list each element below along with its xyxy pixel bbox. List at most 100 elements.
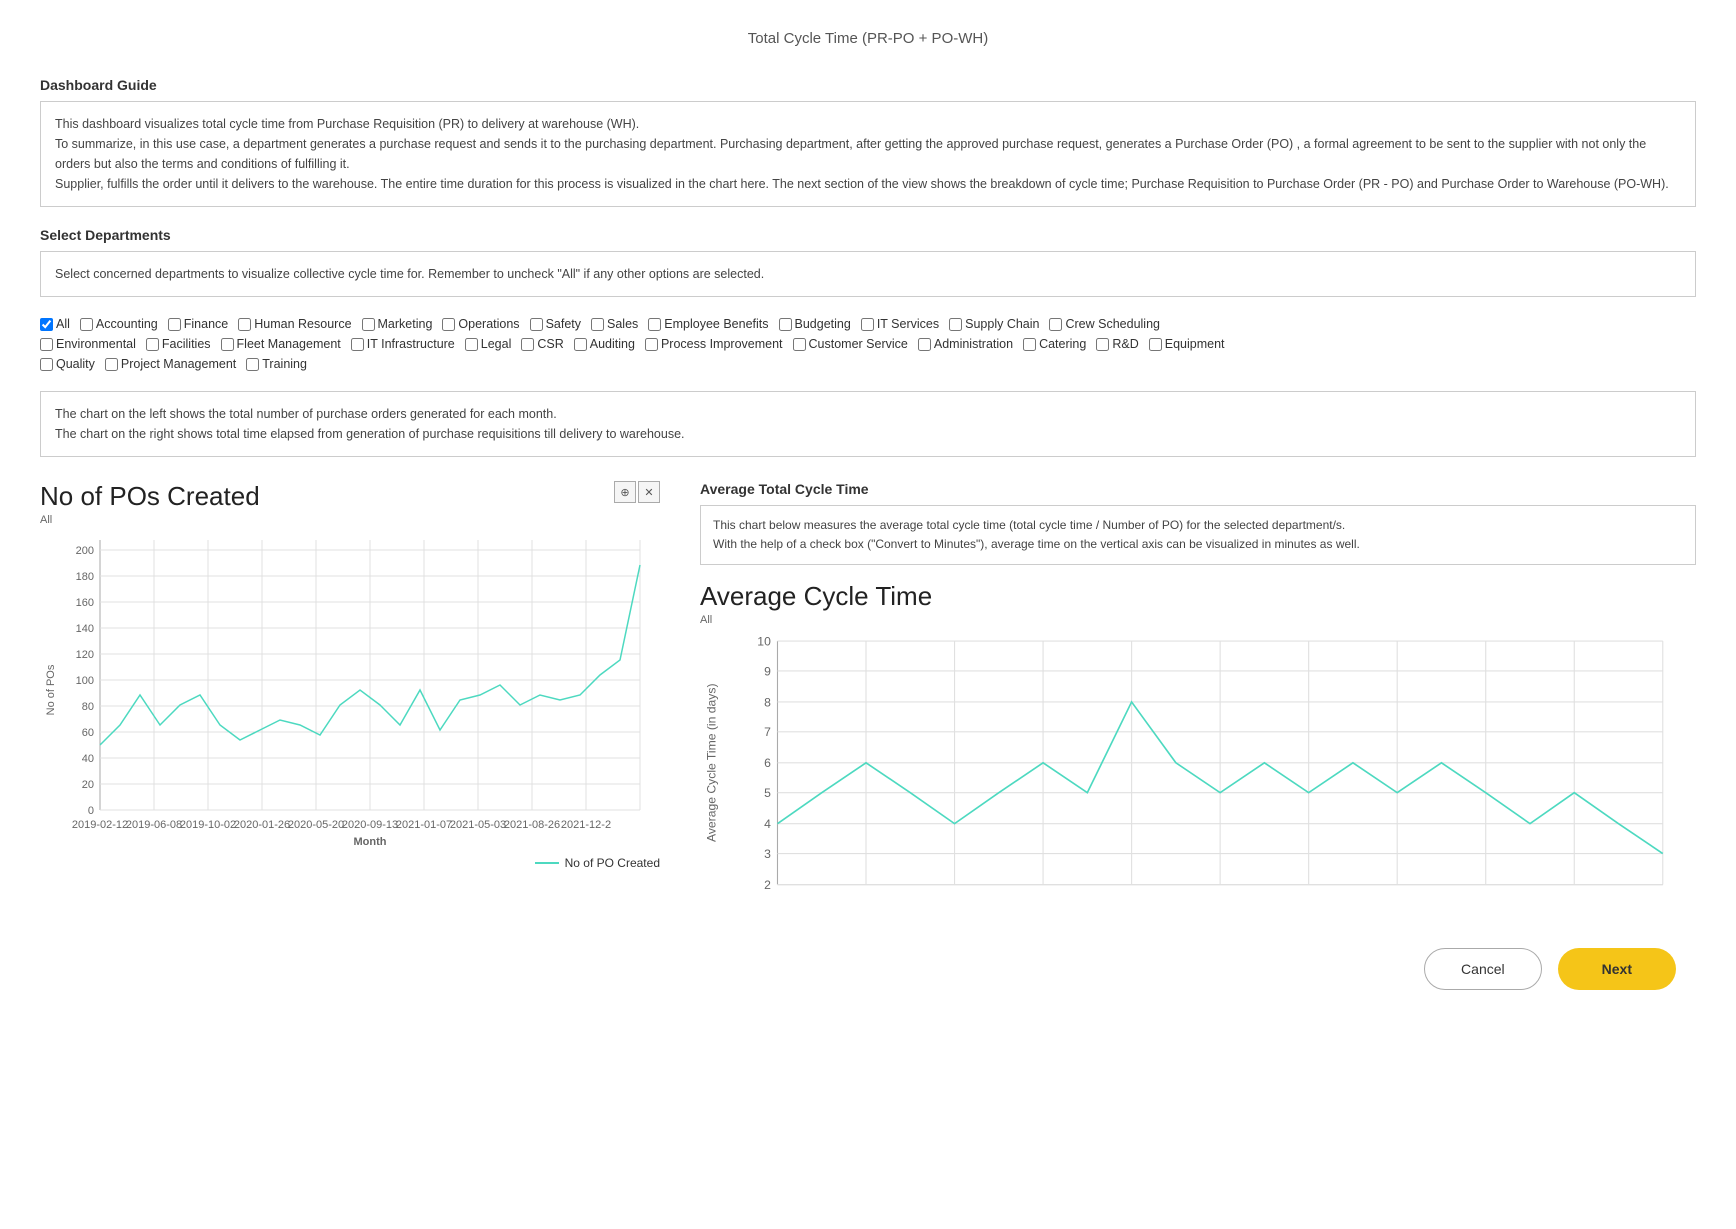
svg-text:8: 8 xyxy=(764,696,771,710)
svg-text:Average Cycle Time (in days): Average Cycle Time (in days) xyxy=(705,684,719,843)
dashboard-guide-box: This dashboard visualizes total cycle ti… xyxy=(40,101,1696,207)
chart-info-box: The chart on the left shows the total nu… xyxy=(40,391,1696,457)
checkbox-it-services[interactable]: IT Services xyxy=(861,317,939,331)
svg-text:2019-02-12: 2019-02-12 xyxy=(72,819,128,831)
svg-text:100: 100 xyxy=(76,675,94,687)
left-chart-svg: 0 20 40 60 80 100 120 140 160 180 200 No… xyxy=(40,530,660,850)
checkbox-csr[interactable]: CSR xyxy=(521,337,563,351)
zoom-icon[interactable]: ⊕ xyxy=(614,481,636,503)
checkbox-accounting[interactable]: Accounting xyxy=(80,317,158,331)
checkbox-fleet-management[interactable]: Fleet Management xyxy=(221,337,341,351)
charts-container: No of POs Created All ⊕ ✕ xyxy=(40,481,1696,918)
checkbox-facilities[interactable]: Facilities xyxy=(146,337,211,351)
chart-info-line1: The chart on the left shows the total nu… xyxy=(55,404,1681,424)
checkbox-it-infrastructure[interactable]: IT Infrastructure xyxy=(351,337,455,351)
checkbox-marketing[interactable]: Marketing xyxy=(362,317,433,331)
right-info-line1: This chart below measures the average to… xyxy=(713,516,1683,535)
svg-text:10: 10 xyxy=(757,635,771,649)
svg-text:2021-12-2: 2021-12-2 xyxy=(561,819,611,831)
dashboard-guide-label: Dashboard Guide xyxy=(40,77,1696,93)
checkbox-catering[interactable]: Catering xyxy=(1023,337,1086,351)
svg-text:120: 120 xyxy=(76,649,94,661)
svg-text:0: 0 xyxy=(88,805,94,817)
left-chart-wrapper: 0 20 40 60 80 100 120 140 160 180 200 No… xyxy=(40,530,660,850)
svg-text:140: 140 xyxy=(76,623,94,635)
cancel-button[interactable]: Cancel xyxy=(1424,948,1542,990)
reset-icon[interactable]: ✕ xyxy=(638,481,660,503)
checkbox-finance[interactable]: Finance xyxy=(168,317,228,331)
footer-buttons: Cancel Next xyxy=(40,948,1696,990)
checkbox-employee-benefits[interactable]: Employee Benefits xyxy=(648,317,768,331)
checkbox-all[interactable]: All xyxy=(40,317,70,331)
svg-text:2: 2 xyxy=(764,878,771,892)
checkbox-environmental[interactable]: Environmental xyxy=(40,337,136,351)
left-chart-icons: ⊕ ✕ xyxy=(614,481,660,503)
right-chart-info-box: This chart below measures the average to… xyxy=(700,505,1696,565)
checkbox-row-3: Quality Project Management Training xyxy=(40,357,1696,371)
svg-text:2021-08-26: 2021-08-26 xyxy=(504,819,560,831)
departments-hint-box: Select concerned departments to visualiz… xyxy=(40,251,1696,297)
svg-text:Month: Month xyxy=(354,836,387,848)
right-chart-section: Average Total Cycle Time This chart belo… xyxy=(700,481,1696,918)
checkbox-row-2: Environmental Facilities Fleet Managemen… xyxy=(40,337,1696,351)
svg-text:200: 200 xyxy=(76,545,94,557)
svg-text:2020-09-13: 2020-09-13 xyxy=(342,819,398,831)
checkbox-auditing[interactable]: Auditing xyxy=(574,337,635,351)
checkboxes-area: All Accounting Finance Human Resource Ma… xyxy=(40,317,1696,371)
dashboard-guide-line1: This dashboard visualizes total cycle ti… xyxy=(55,114,1681,134)
avg-chart-title: Average Cycle Time xyxy=(700,581,1696,612)
dashboard-guide-line2: To summarize, in this use case, a depart… xyxy=(55,134,1681,174)
svg-text:7: 7 xyxy=(764,726,771,740)
checkbox-training[interactable]: Training xyxy=(246,357,307,371)
svg-text:180: 180 xyxy=(76,571,94,583)
checkbox-equipment[interactable]: Equipment xyxy=(1149,337,1225,351)
svg-text:2020-01-26: 2020-01-26 xyxy=(234,819,290,831)
next-button[interactable]: Next xyxy=(1558,948,1676,990)
svg-text:80: 80 xyxy=(82,701,94,713)
svg-text:2019-10-02: 2019-10-02 xyxy=(180,819,236,831)
checkbox-row-1: All Accounting Finance Human Resource Ma… xyxy=(40,317,1696,331)
legend-label: No of PO Created xyxy=(565,856,660,870)
svg-text:40: 40 xyxy=(82,753,94,765)
svg-text:No of POs: No of POs xyxy=(45,664,57,715)
dashboard-guide-line3: Supplier, fulfills the order until it de… xyxy=(55,174,1681,194)
svg-text:9: 9 xyxy=(764,665,771,679)
select-departments-label: Select Departments xyxy=(40,227,1696,243)
svg-text:60: 60 xyxy=(82,727,94,739)
right-info-line2: With the help of a check box ("Convert t… xyxy=(713,535,1683,554)
checkbox-supply-chain[interactable]: Supply Chain xyxy=(949,317,1039,331)
svg-text:20: 20 xyxy=(82,779,94,791)
svg-text:2021-05-03: 2021-05-03 xyxy=(450,819,506,831)
svg-text:6: 6 xyxy=(764,757,771,771)
checkbox-safety[interactable]: Safety xyxy=(530,317,581,331)
svg-text:2019-06-08: 2019-06-08 xyxy=(126,819,182,831)
svg-text:2021-01-07: 2021-01-07 xyxy=(396,819,452,831)
right-chart-wrapper: 2 3 4 5 6 7 8 9 10 Average Cycle Time (i… xyxy=(700,630,1696,918)
checkbox-customer-service[interactable]: Customer Service xyxy=(793,337,908,351)
checkbox-crew-scheduling[interactable]: Crew Scheduling xyxy=(1049,317,1160,331)
svg-text:160: 160 xyxy=(76,597,94,609)
checkbox-sales[interactable]: Sales xyxy=(591,317,638,331)
chart-info-line2: The chart on the right shows total time … xyxy=(55,424,1681,444)
left-chart-title: No of POs Created xyxy=(40,481,660,512)
checkbox-legal[interactable]: Legal xyxy=(465,337,512,351)
page-title: Total Cycle Time (PR-PO + PO-WH) xyxy=(40,30,1696,47)
checkbox-administration[interactable]: Administration xyxy=(918,337,1013,351)
checkbox-process-improvement[interactable]: Process Improvement xyxy=(645,337,783,351)
checkbox-project-management[interactable]: Project Management xyxy=(105,357,236,371)
checkbox-human-resource[interactable]: Human Resource xyxy=(238,317,351,331)
svg-text:4: 4 xyxy=(764,817,771,831)
checkbox-budgeting[interactable]: Budgeting xyxy=(779,317,851,331)
right-chart-title: Average Total Cycle Time xyxy=(700,481,1696,497)
left-chart-section: No of POs Created All ⊕ ✕ xyxy=(40,481,660,870)
checkbox-quality[interactable]: Quality xyxy=(40,357,95,371)
departments-hint-text: Select concerned departments to visualiz… xyxy=(55,267,764,281)
avg-chart-subtitle: All xyxy=(700,614,1696,626)
dashboard-guide-section: Dashboard Guide This dashboard visualize… xyxy=(40,77,1696,207)
svg-text:3: 3 xyxy=(764,847,771,861)
checkbox-rnd[interactable]: R&D xyxy=(1096,337,1138,351)
svg-text:2020-05-20: 2020-05-20 xyxy=(288,819,344,831)
legend-line-icon xyxy=(535,862,559,864)
select-departments-section: Select Departments Select concerned depa… xyxy=(40,227,1696,371)
checkbox-operations[interactable]: Operations xyxy=(442,317,519,331)
